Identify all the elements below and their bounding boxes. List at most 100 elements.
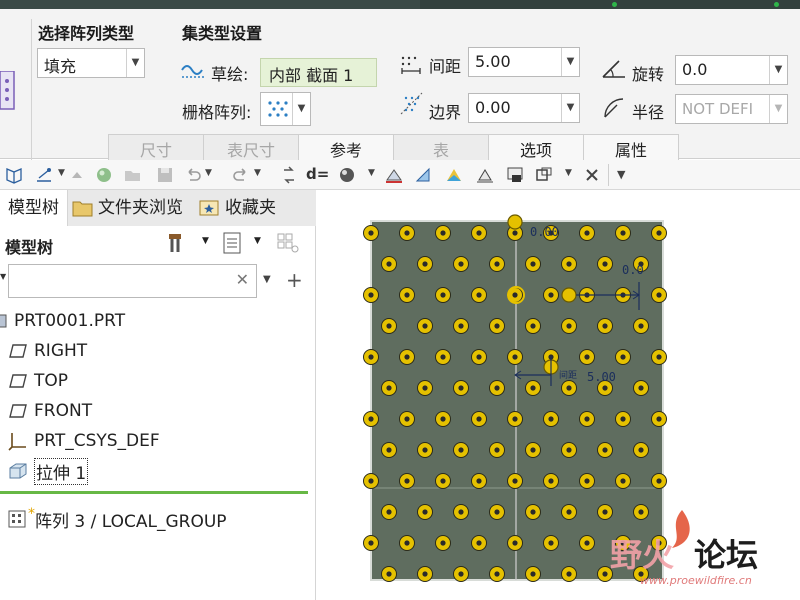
pattern-member-center	[368, 230, 374, 236]
grid-array-select[interactable]: ▼	[260, 92, 311, 126]
regenerate-icon[interactable]	[280, 166, 298, 184]
chevron-down-icon[interactable]: ▼	[263, 274, 271, 285]
tree-item-top[interactable]: TOP	[8, 367, 68, 395]
chevron-down-icon[interactable]: ▼	[769, 95, 787, 123]
tree-search-input[interactable]	[9, 265, 229, 295]
pattern-member-center	[404, 540, 410, 546]
tree-item-part[interactable]: PRT0001.PRT	[0, 307, 125, 335]
pattern-member-center	[638, 385, 644, 391]
pattern-member-center	[548, 478, 554, 484]
chevron-down-icon[interactable]: ▼	[561, 48, 579, 76]
pattern-member-center	[476, 230, 482, 236]
filter-display-icon[interactable]	[276, 232, 302, 254]
pattern-member-center	[656, 354, 662, 360]
tree-item-extrude[interactable]: 拉伸 1	[8, 457, 89, 485]
datum-plane-icon	[9, 404, 27, 418]
chevron-down-icon[interactable]: ▼	[769, 56, 787, 84]
datum-plane-icon	[9, 344, 27, 358]
pattern-member-center	[440, 292, 446, 298]
plane-display-icon[interactable]	[476, 166, 494, 184]
tab-folder-browser[interactable]: 文件夹浏览	[68, 190, 191, 226]
extrude-icon	[9, 463, 27, 479]
pattern-member-center	[422, 261, 428, 267]
chevron-down-icon[interactable]: ▼	[368, 168, 375, 178]
drag-handle-rotate[interactable]	[561, 287, 577, 303]
pattern-member-center	[422, 571, 428, 577]
show-list-icon[interactable]	[222, 232, 244, 254]
pattern-member-center	[422, 447, 428, 453]
forum-watermark: 野火 论坛 www.proewildfire.cn	[610, 508, 780, 592]
chevron-down-icon[interactable]: ▼	[58, 168, 65, 178]
pattern-member-center	[530, 385, 536, 391]
pattern-member-center	[476, 354, 482, 360]
dimension-spacing-text[interactable]: 5.00	[587, 370, 616, 384]
appearance-icon[interactable]	[338, 166, 356, 184]
redo-icon[interactable]	[232, 166, 250, 184]
tree-item-right[interactable]: RIGHT	[8, 337, 87, 365]
pattern-member-center	[656, 230, 662, 236]
tab-model-tree[interactable]: 模型树	[0, 190, 68, 226]
pattern-member-center	[548, 416, 554, 422]
spacing-input[interactable]: 5.00 ▼	[468, 47, 580, 77]
tree-item-front[interactable]: FRONT	[8, 397, 92, 425]
rotate-value: 0.0	[682, 60, 708, 79]
pattern-member-center	[530, 571, 536, 577]
watermark-url: www.proewildfire.cn	[640, 574, 752, 587]
tree-item-label: 阵列 3 / LOCAL_GROUP	[35, 511, 227, 532]
chevron-down-icon[interactable]: ▼	[254, 168, 261, 178]
pattern-member-center	[404, 478, 410, 484]
color-icon[interactable]	[445, 166, 463, 184]
pattern-member-center	[566, 261, 572, 267]
tree-search: ✕	[8, 264, 257, 298]
save-icon[interactable]	[156, 166, 174, 184]
graphics-window[interactable]: 0.00 0.0 间距 5.00 野火 论坛 www.proewildfire.…	[317, 190, 800, 600]
chevron-down-icon[interactable]: ▼	[254, 236, 261, 246]
dimension-top-text[interactable]: 0.00	[530, 225, 559, 239]
chevron-down-icon[interactable]: ▼	[205, 168, 212, 178]
section-icon[interactable]	[414, 166, 432, 184]
tree-item-csys[interactable]: PRT_CSYS_DEF	[8, 427, 160, 455]
collapse-arrow-icon: ▼	[0, 272, 7, 281]
tab-favorites[interactable]: 收藏夹	[191, 190, 284, 226]
pattern-member-center	[548, 540, 554, 546]
title-strip-accent	[420, 0, 800, 9]
datum-display-icon[interactable]	[385, 166, 403, 184]
pattern-member-center	[512, 292, 518, 298]
sketch-collector[interactable]: 内部 截面 1	[260, 58, 377, 87]
more-icon[interactable]: ▼	[617, 168, 625, 181]
pattern-member-center	[494, 261, 500, 267]
settings-tools-icon[interactable]	[168, 232, 192, 254]
ribbon-divider	[31, 19, 32, 167]
datum-plane-icon	[9, 374, 27, 388]
window-icon[interactable]	[535, 166, 553, 184]
close-window-icon[interactable]	[583, 166, 601, 184]
chevron-down-icon[interactable]: ▼	[292, 93, 310, 125]
dimension-icon[interactable]: d=	[306, 165, 330, 183]
add-filter-icon[interactable]: +	[286, 268, 303, 292]
dimension-right-text[interactable]: 0.0	[622, 263, 644, 277]
pattern-member-center	[620, 416, 626, 422]
sketch-view-icon[interactable]	[35, 166, 53, 184]
pattern-type-select[interactable]: 填充 ▼	[37, 48, 145, 78]
clear-search-icon[interactable]: ✕	[236, 270, 249, 289]
pattern-type-title: 选择阵列类型	[38, 24, 135, 43]
pattern-member-center	[530, 447, 536, 453]
pattern-member-center	[512, 230, 518, 236]
chevron-down-icon[interactable]: ▼	[126, 49, 144, 77]
rotate-input[interactable]: 0.0 ▼	[675, 55, 788, 85]
chevron-down-icon[interactable]: ▼	[202, 236, 209, 246]
tab-folder-browser-label: 文件夹浏览	[98, 198, 183, 218]
open-icon[interactable]	[124, 166, 142, 184]
up-arrow-icon[interactable]	[68, 166, 86, 184]
radius-input[interactable]: NOT DEFI ▼	[675, 94, 788, 124]
chevron-down-icon[interactable]: ▼	[561, 94, 579, 122]
watermark-title-1: 野火	[610, 536, 674, 574]
tree-item-pattern[interactable]: * 阵列 3 / LOCAL_GROUP	[8, 505, 227, 533]
screenshot-icon[interactable]	[506, 166, 524, 184]
undo-icon[interactable]	[184, 166, 202, 184]
orient-icon[interactable]	[5, 166, 23, 184]
chevron-down-icon[interactable]: ▼	[565, 168, 572, 178]
sphere-icon[interactable]	[95, 166, 113, 184]
drag-handle-top[interactable]	[507, 214, 523, 230]
border-input[interactable]: 0.00 ▼	[468, 93, 580, 123]
